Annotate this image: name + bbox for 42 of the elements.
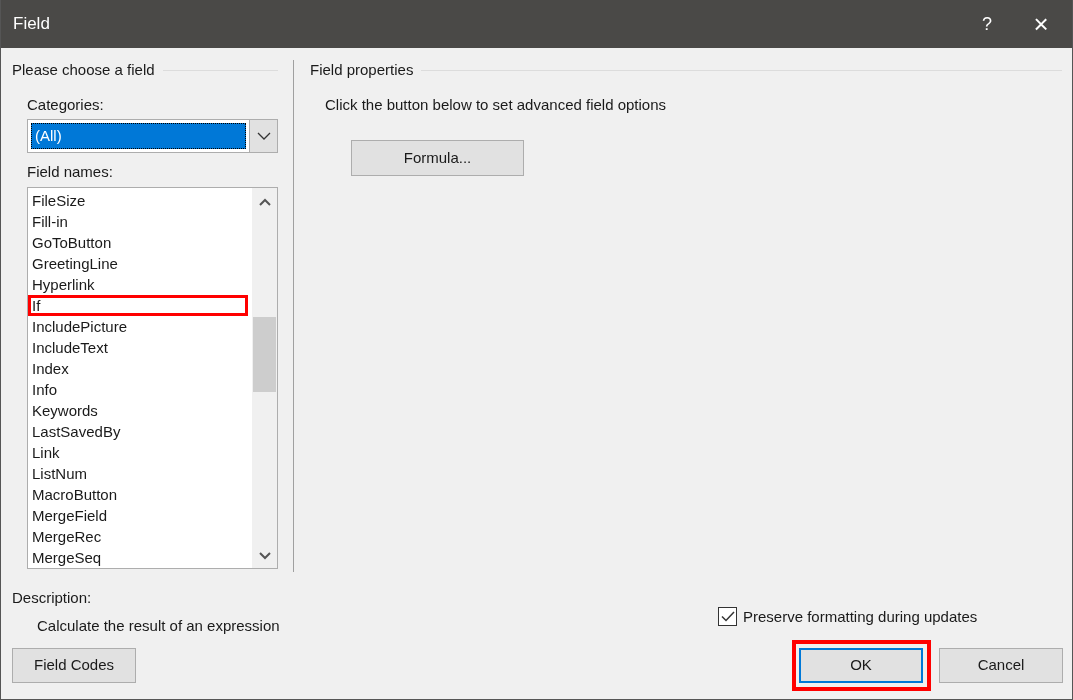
dialog-button[interactable]: Field Codes bbox=[12, 648, 136, 683]
list-item[interactable]: MacroButton bbox=[28, 483, 252, 505]
list-item[interactable]: MergeRec bbox=[28, 525, 252, 547]
list-item[interactable]: IncludePicture bbox=[28, 315, 252, 337]
window-title: Field bbox=[13, 13, 50, 36]
list-item[interactable]: FileSize bbox=[28, 189, 252, 211]
description-label: Description: bbox=[12, 587, 93, 608]
scroll-up-icon[interactable] bbox=[258, 197, 271, 206]
list-item[interactable]: Hyperlink bbox=[28, 273, 252, 295]
chevron-down-icon bbox=[256, 132, 271, 140]
list-item[interactable]: Fill-in bbox=[28, 210, 252, 232]
instruction-text: Click the button below to set advanced field options bbox=[325, 94, 668, 115]
checkbox[interactable] bbox=[718, 607, 737, 627]
help-button[interactable]: ? bbox=[964, 0, 1010, 48]
description-text: Calculate the result of an expression bbox=[37, 616, 278, 636]
list-item[interactable]: GoToButton bbox=[28, 231, 252, 253]
categories-label: Categories: bbox=[27, 94, 105, 115]
list-item[interactable]: MergeField bbox=[28, 504, 252, 526]
list-item[interactable]: Keywords bbox=[28, 399, 252, 421]
list-item[interactable]: Info bbox=[28, 378, 252, 400]
list-item[interactable]: MergeSeq bbox=[28, 546, 252, 568]
list-item[interactable]: GreetingLine bbox=[28, 252, 252, 274]
categories-dropdown[interactable]: (All) bbox=[27, 119, 278, 153]
scrollbar[interactable] bbox=[252, 187, 277, 568]
scrollbar-thumb[interactable] bbox=[253, 316, 276, 392]
list-item[interactable]: IncludeText bbox=[28, 336, 252, 358]
checkbox-label: Preserve formatting during updates bbox=[743, 606, 978, 627]
dialog-button[interactable]: OK bbox=[799, 648, 923, 683]
group-heading: Field properties bbox=[310, 60, 414, 80]
field-names-label: Field names: bbox=[27, 162, 114, 182]
dropdown-value: (All) bbox=[31, 123, 246, 149]
close-button[interactable]: × bbox=[1010, 0, 1072, 48]
formula-button[interactable]: Formula... bbox=[351, 140, 524, 176]
list-item[interactable]: Index bbox=[28, 357, 252, 379]
dialog-button[interactable]: Cancel bbox=[939, 648, 1063, 683]
list-item[interactable]: Link bbox=[28, 441, 252, 463]
scroll-down-icon[interactable] bbox=[258, 551, 271, 560]
group-heading: Please choose a field bbox=[12, 60, 155, 80]
list-item[interactable]: ListNum bbox=[28, 462, 252, 484]
checkmark-icon bbox=[720, 611, 735, 623]
list-item[interactable]: LastSavedBy bbox=[28, 420, 252, 442]
list-item[interactable]: If bbox=[28, 294, 252, 316]
